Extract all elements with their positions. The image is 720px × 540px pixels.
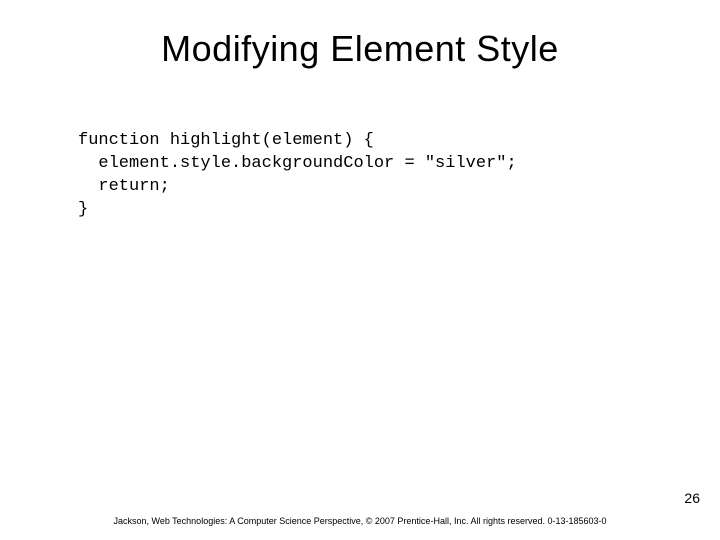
code-block: function highlight(element) { element.st… (78, 130, 720, 222)
slide: Modifying Element Style function highlig… (0, 0, 720, 540)
slide-title: Modifying Element Style (0, 28, 720, 70)
footer-citation: Jackson, Web Technologies: A Computer Sc… (0, 516, 720, 526)
page-number: 26 (684, 490, 700, 506)
